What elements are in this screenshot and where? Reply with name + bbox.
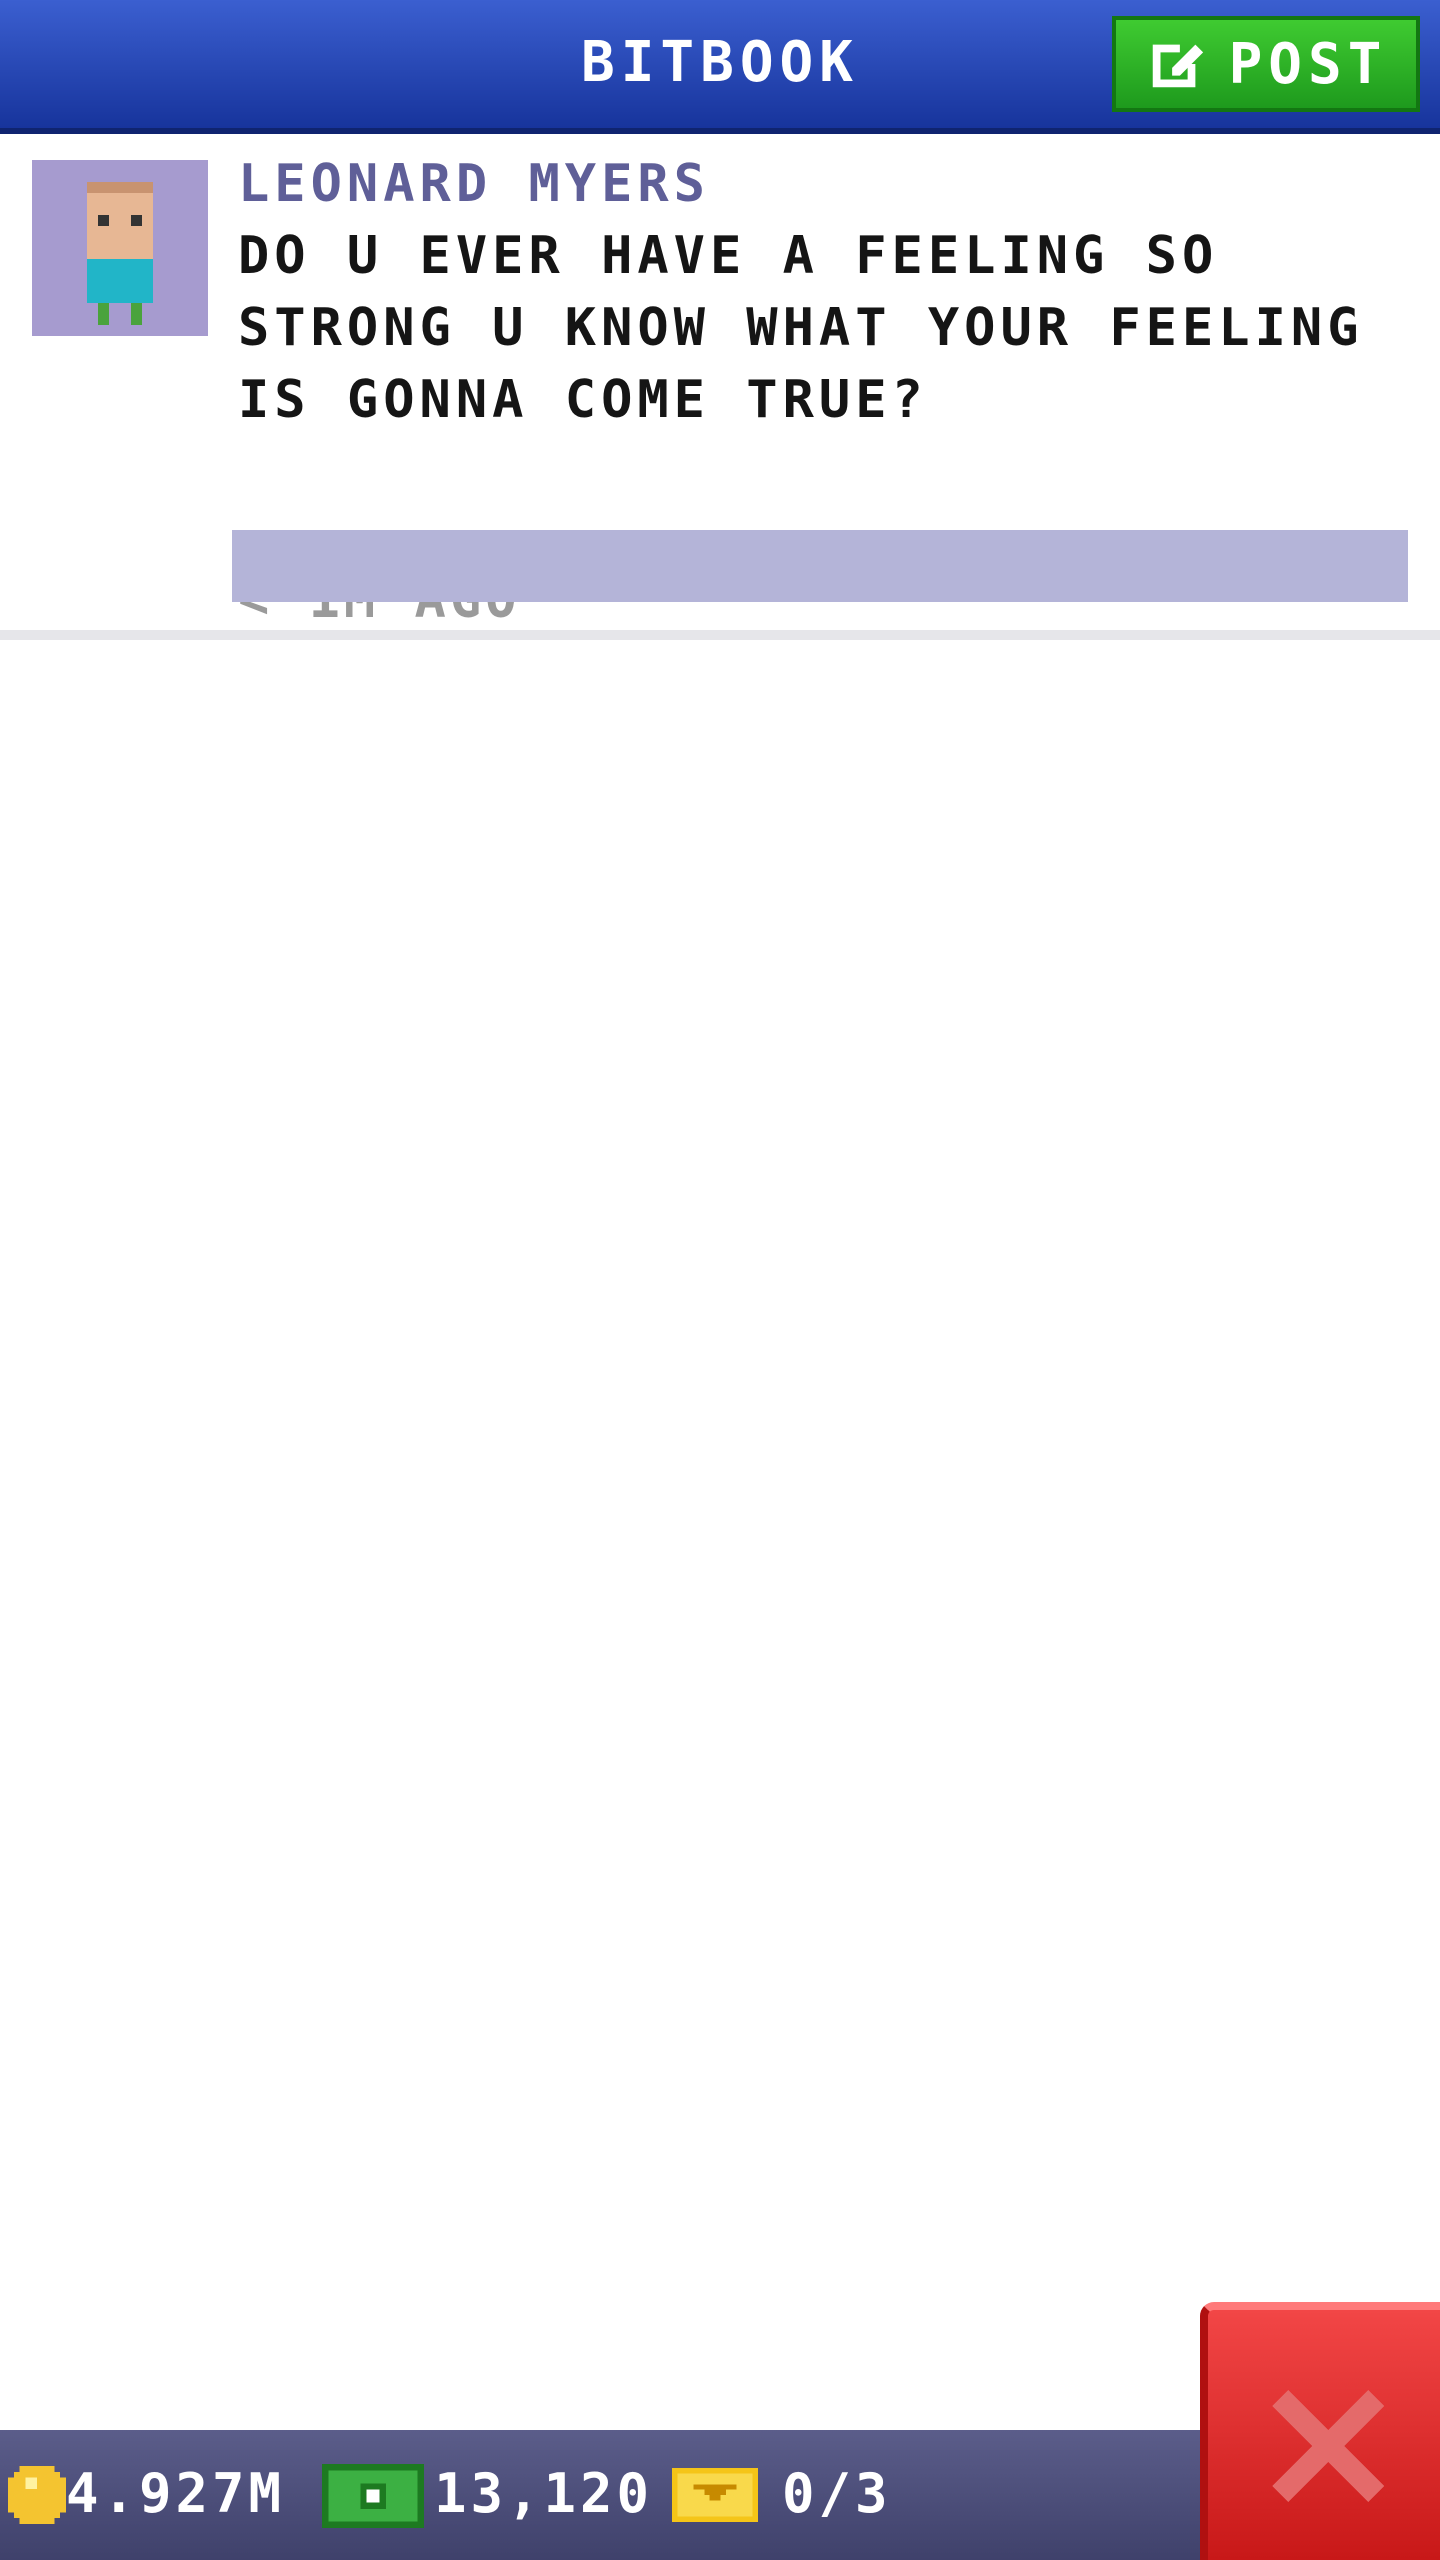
cash-balance: 13,120 [434, 2462, 654, 2525]
ticket-count: 0/3 [782, 2462, 892, 2525]
close-icon [1272, 2390, 1384, 2502]
ticket-icon [672, 2468, 758, 2522]
compose-icon [1152, 44, 1203, 88]
coin-balance: 4.927M [66, 2462, 286, 2525]
post-text: DO U EVER HAVE A FEELING SO STRONG U KNO… [238, 226, 1364, 430]
coin-icon [8, 2466, 66, 2524]
post-author[interactable]: LEONARD MYERS [238, 148, 1418, 220]
like-bar [232, 530, 1408, 602]
post-button-label: POST [1228, 31, 1388, 97]
avatar [32, 160, 208, 336]
cash-icon [322, 2464, 424, 2528]
feed-post: LEONARD MYERS DO U EVER HAVE A FEELING S… [0, 134, 1440, 640]
post-button[interactable]: POST [1112, 16, 1420, 112]
app-header: BITBOOK POST [0, 0, 1440, 134]
close-button[interactable] [1200, 2302, 1440, 2560]
news-feed[interactable]: LEONARD MYERS DO U EVER HAVE A FEELING S… [0, 134, 1440, 2430]
